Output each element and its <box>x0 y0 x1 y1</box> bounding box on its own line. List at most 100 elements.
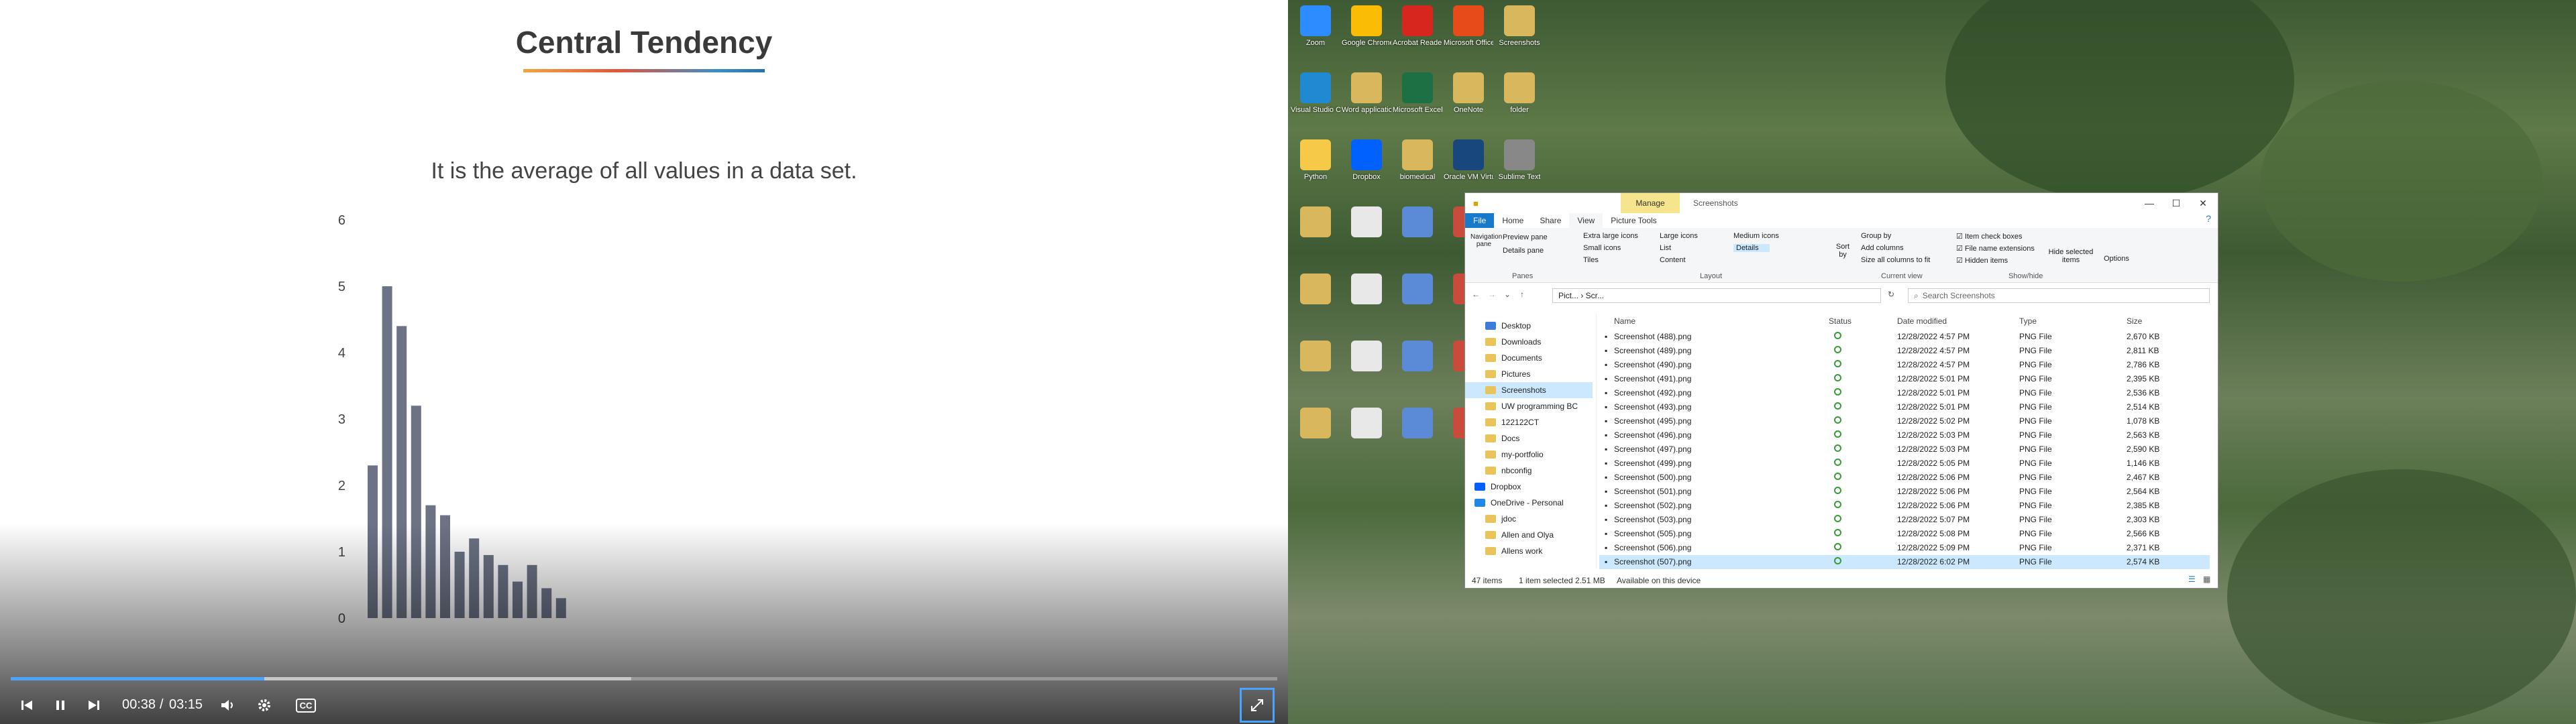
group-by-button[interactable]: Group by <box>1861 232 1891 240</box>
table-row[interactable]: ▪ Screenshot (501).png 12/28/2022 5:06 PM P… <box>1599 485 2210 499</box>
options-button[interactable]: Options <box>2104 255 2129 263</box>
nav-item[interactable]: UW programming BC <box>1465 398 1593 414</box>
desktop-icon[interactable] <box>1393 204 1442 268</box>
extra-large-icons-option[interactable]: Extra large icons <box>1583 232 1638 240</box>
list-option[interactable]: List <box>1660 244 1671 252</box>
preview-pane-button[interactable]: Preview pane <box>1503 233 1548 241</box>
video-player[interactable]: Central Tendency It is the average of al… <box>0 0 1288 724</box>
nav-item[interactable]: Downloads <box>1465 334 1593 350</box>
table-row[interactable]: ▪ Screenshot (499).png 12/28/2022 5:05 PM P… <box>1599 457 2210 471</box>
nav-item[interactable]: Documents <box>1465 350 1593 366</box>
up-icon[interactable]: ↑ <box>1520 290 1524 299</box>
tab-picture-tools[interactable]: Picture Tools <box>1603 213 1664 228</box>
minimize-icon[interactable]: — <box>2136 196 2163 210</box>
table-row[interactable]: ▪ Screenshot (493).png 12/28/2022 5:01 PM P… <box>1599 400 2210 414</box>
details-option[interactable]: Details <box>1733 244 1770 252</box>
nav-item[interactable]: OneDrive - Personal <box>1465 495 1593 511</box>
desktop-icon[interactable]: Word application <box>1342 70 1391 134</box>
table-row[interactable]: ▪ Screenshot (500).png 12/28/2022 5:06 PM P… <box>1599 471 2210 485</box>
table-row[interactable]: ▪ Screenshot (490).png 12/28/2022 4:57 PM P… <box>1599 358 2210 372</box>
table-row[interactable]: ▪ Screenshot (495).png 12/28/2022 5:02 PM P… <box>1599 414 2210 428</box>
closed-captions-button[interactable]: CC <box>291 693 321 717</box>
table-row[interactable]: ▪ Screenshot (505).png 12/28/2022 5:08 PM P… <box>1599 527 2210 541</box>
nav-item[interactable]: Allens work <box>1465 543 1593 559</box>
details-view-icon[interactable]: ☰ <box>2188 575 2196 584</box>
desktop-icon[interactable]: Screenshots <box>1495 3 1544 67</box>
column-size[interactable]: Size <box>2127 314 2142 328</box>
tab-view[interactable]: View <box>1569 213 1603 228</box>
tab-share[interactable]: Share <box>1532 213 1569 228</box>
table-row[interactable]: ▪ Screenshot (503).png 12/28/2022 5:07 PM P… <box>1599 513 2210 527</box>
nav-item[interactable]: Pictures <box>1465 366 1593 382</box>
progress-played[interactable] <box>11 677 264 680</box>
help-icon[interactable]: ? <box>2206 213 2211 228</box>
desktop-icon[interactable] <box>1342 204 1391 268</box>
hidden-items-toggle[interactable]: ☑ Hidden items <box>1956 256 2008 265</box>
hide-selected-button[interactable]: Hide selected items <box>2047 248 2094 264</box>
desktop-icon[interactable]: Google Chrome <box>1342 3 1391 67</box>
desktop-icon[interactable] <box>1393 405 1442 469</box>
desktop-icon[interactable] <box>1291 405 1340 469</box>
nav-item[interactable]: Screenshots <box>1465 382 1593 398</box>
details-pane-button[interactable]: Details pane <box>1503 247 1544 255</box>
table-row[interactable]: ▪ Screenshot (491).png 12/28/2022 5:01 PM P… <box>1599 372 2210 386</box>
small-icons-option[interactable]: Small icons <box>1583 244 1621 252</box>
table-row[interactable]: ▪ Screenshot (506).png 12/28/2022 5:09 PM P… <box>1599 541 2210 555</box>
nav-item[interactable]: my-portfolio <box>1465 446 1593 463</box>
desktop-icon[interactable] <box>1342 405 1391 469</box>
refresh-icon[interactable]: ↻ <box>1888 290 1894 299</box>
maximize-icon[interactable]: ☐ <box>2163 196 2190 210</box>
desktop-icon[interactable]: Sublime Text <box>1495 137 1544 201</box>
nav-item[interactable]: Dropbox <box>1465 479 1593 495</box>
table-row[interactable]: ▪ Screenshot (497).png 12/28/2022 5:03 PM P… <box>1599 442 2210 457</box>
nav-item[interactable]: jdoc <box>1465 511 1593 527</box>
desktop-icon[interactable] <box>1393 271 1442 335</box>
tiles-option[interactable]: Tiles <box>1583 256 1599 264</box>
item-checkboxes-toggle[interactable]: ☑ Item check boxes <box>1956 232 2023 241</box>
desktop-icon[interactable] <box>1393 338 1442 402</box>
address-bar[interactable]: Pict... › Scr... <box>1552 288 1881 303</box>
column-type[interactable]: Type <box>2019 314 2037 328</box>
size-columns-button[interactable]: Size all columns to fit <box>1861 256 1930 264</box>
close-icon[interactable]: ✕ <box>2190 196 2216 210</box>
large-icons-option[interactable]: Large icons <box>1660 232 1698 240</box>
desktop-icon[interactable] <box>1342 271 1391 335</box>
desktop-icon[interactable]: Dropbox <box>1342 137 1391 201</box>
desktop-icon[interactable]: Microsoft Office <box>1444 3 1493 67</box>
desktop-icon[interactable] <box>1291 338 1340 402</box>
gear-icon[interactable] <box>252 693 276 717</box>
pause-icon[interactable] <box>48 693 72 717</box>
desktop-icon[interactable]: Acrobat Reader <box>1393 3 1442 67</box>
expand-icon[interactable] <box>1240 688 1275 723</box>
table-row[interactable]: ▪ Screenshot (489).png 12/28/2022 4:57 PM P… <box>1599 344 2210 358</box>
skip-next-icon[interactable] <box>82 693 106 717</box>
file-extensions-toggle[interactable]: ☑ File name extensions <box>1956 244 2035 253</box>
table-row[interactable]: ▪ Screenshot (507).png 12/28/2022 6:02 PM P… <box>1599 555 2210 569</box>
manage-tab[interactable]: Manage <box>1621 193 1680 213</box>
desktop-icon[interactable]: Visual Studio Code <box>1291 70 1340 134</box>
tab-home[interactable]: Home <box>1494 213 1532 228</box>
content-option[interactable]: Content <box>1660 256 1686 264</box>
desktop-icon[interactable]: Python <box>1291 137 1340 201</box>
desktop-icon[interactable] <box>1342 338 1391 402</box>
nav-item[interactable]: Desktop <box>1465 318 1593 334</box>
column-name[interactable]: Name <box>1614 314 1635 328</box>
volume-icon[interactable] <box>216 693 240 717</box>
add-columns-button[interactable]: Add columns <box>1861 244 1904 252</box>
table-row[interactable]: ▪ Screenshot (496).png 12/28/2022 5:03 PM P… <box>1599 428 2210 442</box>
desktop-icon[interactable]: Zoom <box>1291 3 1340 67</box>
medium-icons-option[interactable]: Medium icons <box>1733 232 1779 240</box>
back-icon[interactable]: ← <box>1472 290 1480 299</box>
table-row[interactable]: ▪ Screenshot (502).png 12/28/2022 5:06 PM P… <box>1599 499 2210 513</box>
tab-file[interactable]: File <box>1465 213 1495 228</box>
nav-item[interactable]: Allen and Olya <box>1465 527 1593 543</box>
table-row[interactable]: ▪ Screenshot (492).png 12/28/2022 5:01 PM P… <box>1599 386 2210 400</box>
desktop-icon[interactable]: biomedical <box>1393 137 1442 201</box>
nav-item[interactable]: nbconfig <box>1465 463 1593 479</box>
desktop-icon[interactable]: OneNote <box>1444 70 1493 134</box>
nav-item[interactable]: Docs <box>1465 430 1593 446</box>
desktop-icon[interactable]: Microsoft Excel <box>1393 70 1442 134</box>
column-status[interactable]: Status <box>1829 314 1851 328</box>
title-bar[interactable]: ■ Manage Screenshots — ☐ ✕ <box>1465 193 2218 213</box>
skip-previous-icon[interactable] <box>15 693 39 717</box>
